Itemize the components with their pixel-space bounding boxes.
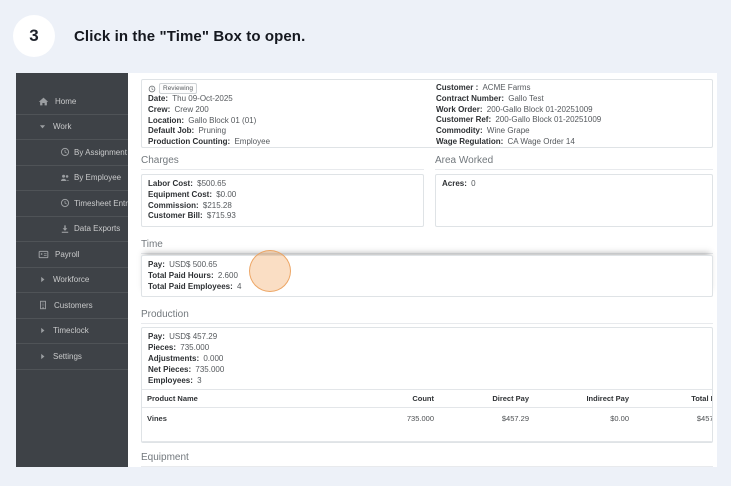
clock-icon [60, 198, 70, 208]
caret-right-icon [38, 352, 47, 361]
sidebar-item-label: By Employee [74, 173, 122, 183]
sidebar-item-workforce[interactable]: Workforce [16, 268, 128, 293]
sidebar-item-label: Data Exports [74, 224, 121, 234]
caret-right-icon [38, 326, 47, 335]
sidebar-item-label: Home [55, 96, 77, 106]
users-icon [60, 173, 70, 183]
col-count: Count [312, 389, 436, 409]
job-field: Location: Gallo Block 01 (01) [148, 115, 257, 125]
sidebar-item-label: Timeclock [53, 326, 89, 336]
sidebar-item-payroll[interactable]: Payroll [16, 242, 128, 268]
job-field: Production Counting: Employee [148, 137, 271, 147]
area-worked-heading: Area Worked [435, 155, 713, 170]
job-field: Wage Regulation: CA Wage Order 14 [436, 136, 575, 146]
main-content: Reviewing Date: Thu 09-Oct-2025 Crew: Cr… [128, 73, 717, 467]
clock-history-icon [148, 85, 156, 93]
sidebar-item-label: Workforce [53, 275, 90, 285]
col-indirect-pay: Indirect Pay [531, 389, 631, 409]
job-summary-right: Customer : ACME Farms Contract Number: G… [436, 83, 706, 148]
job-field: Commodity: Wine Grape [436, 126, 530, 136]
sidebar-item-work[interactable]: Work [16, 115, 128, 140]
time-heading: Time [141, 239, 713, 254]
table-row: Vines 735.000 $457.29 $0.00 $457.29 [142, 407, 712, 443]
col-total-pay: Total Pay [631, 389, 712, 409]
production-box: Pay: USD$ 457.29 Pieces: 735.000 Adjustm… [141, 327, 713, 444]
job-field: Crew: Crew 200 [148, 104, 209, 114]
instruction-banner: 3 Click in the "Time" Box to open. [0, 0, 731, 73]
home-icon [38, 96, 49, 107]
sidebar-item-settings[interactable]: Settings [16, 344, 128, 370]
sidebar-item-data-exports[interactable]: Data Exports [16, 217, 128, 242]
job-field: Customer : ACME Farms [436, 83, 531, 92]
table-header-row: Product Name Count Direct Pay Indirect P… [142, 389, 712, 409]
time-box[interactable]: Pay: USD$ 500.65 Total Paid Hours: 2.600… [141, 255, 713, 298]
download-icon [60, 224, 70, 234]
charges-box: Labor Cost: $500.65 Equipment Cost: $0.0… [141, 174, 424, 227]
job-field: Default Job: Pruning [148, 126, 227, 136]
production-table: Product Name Count Direct Pay Indirect P… [142, 389, 712, 443]
sidebar-item-home[interactable]: Home [16, 89, 128, 115]
sidebar-item-label: Settings [53, 351, 82, 361]
cell-product: Vines [142, 407, 312, 443]
caret-down-icon [38, 122, 47, 131]
sidebar-item-timeclock[interactable]: Timeclock [16, 319, 128, 344]
status-badge: Reviewing [159, 83, 197, 94]
job-field: Date: Thu 09-Oct-2025 [148, 94, 233, 103]
sidebar-item-label: By Assignment [74, 147, 127, 157]
job-field: Customer Ref: 200-Gallo Block 01-2025100… [436, 115, 602, 125]
sidebar-item-by-assignment[interactable]: By Assignment [16, 140, 128, 166]
sidebar-item-customers[interactable]: Customers [16, 293, 128, 319]
sidebar-item-by-employee[interactable]: By Employee [16, 166, 128, 191]
building-icon [38, 300, 48, 310]
job-summary-card: Reviewing Date: Thu 09-Oct-2025 Crew: Cr… [141, 79, 713, 148]
step-number: 3 [13, 15, 55, 57]
idcard-icon [38, 249, 49, 260]
job-summary-left: Reviewing Date: Thu 09-Oct-2025 Crew: Cr… [148, 83, 436, 148]
cell-total-pay: $457.29 [631, 407, 712, 443]
sidebar-item-timesheet-entry[interactable]: Timesheet Entry [16, 191, 132, 217]
clock-icon [60, 147, 70, 157]
caret-right-icon [38, 275, 47, 284]
cell-count: 735.000 [312, 407, 436, 443]
sidebar: Home Work By Assignment By Employee Time… [16, 73, 132, 467]
sidebar-item-label: Timesheet Entry [74, 198, 132, 208]
instruction-text: Click in the "Time" Box to open. [74, 28, 306, 45]
production-heading: Production [141, 309, 713, 325]
cell-indirect-pay: $0.00 [531, 407, 631, 443]
equipment-heading: Equipment [141, 452, 713, 467]
charges-heading: Charges [141, 155, 424, 170]
sidebar-item-label: Payroll [55, 249, 80, 259]
app-screenshot: Home Work By Assignment By Employee Time… [16, 73, 717, 467]
area-worked-box: Acres: 0 [435, 174, 713, 227]
job-field: Work Order: 200-Gallo Block 01-20251009 [436, 104, 593, 114]
sidebar-item-label: Customers [54, 300, 93, 310]
click-highlight [249, 250, 291, 292]
cell-direct-pay: $457.29 [436, 407, 531, 443]
job-field: Contract Number: Gallo Test [436, 93, 544, 103]
col-direct-pay: Direct Pay [436, 389, 531, 409]
sidebar-item-label: Work [53, 122, 72, 132]
col-product-name: Product Name [142, 389, 312, 409]
